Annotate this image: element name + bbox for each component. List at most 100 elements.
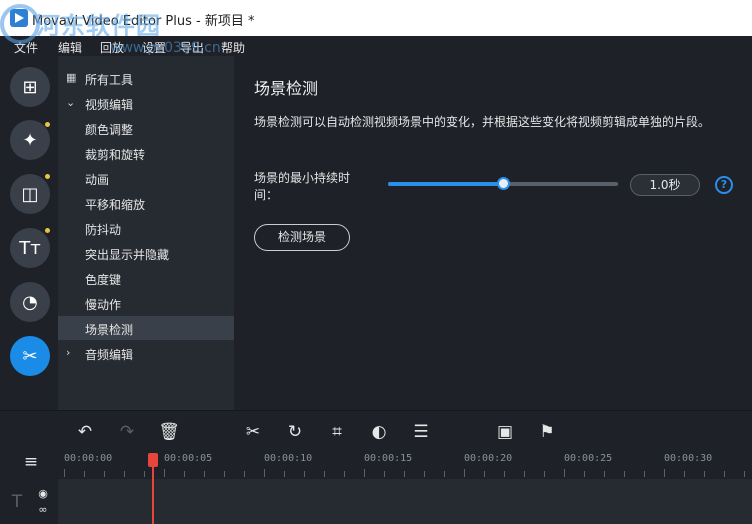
ruler-tick — [84, 471, 85, 477]
ruler-tick — [424, 471, 425, 477]
track-header: T ◉ ∞ — [0, 479, 58, 524]
tree-item-crop-rotate[interactable]: 裁剪和旋转 — [58, 141, 234, 165]
title-bar: Movavi Video Editor Plus - 新项目 * 河东软件园 — [0, 0, 752, 40]
ruler-tick — [244, 471, 245, 477]
ruler-tick — [444, 471, 445, 477]
text-track[interactable] — [58, 479, 752, 524]
timecode: 00:00:30 — [664, 453, 713, 464]
ruler-tick — [324, 471, 325, 477]
detect-scenes-button[interactable]: 检测场景 — [254, 224, 350, 251]
watermark-url: www.pc0359.cn — [110, 40, 221, 56]
ruler-tick — [744, 471, 745, 477]
ruler-tick — [464, 469, 465, 477]
ruler-tick — [484, 471, 485, 477]
titles-icon: Tт — [19, 237, 41, 259]
timecode: 00:00:10 — [264, 453, 313, 464]
tree-item-label: 裁剪和旋转 — [85, 148, 146, 162]
titles-badge — [45, 228, 50, 233]
tree-item-color-adjust[interactable]: 颜色调整 — [58, 116, 234, 140]
color-icon[interactable]: ◐ — [368, 421, 390, 443]
tree-item-pan-zoom[interactable]: 平移和缩放 — [58, 191, 234, 215]
stabilize-icon[interactable]: ▣ — [494, 421, 516, 443]
tree-item-label: 颜色调整 — [85, 123, 134, 137]
ruler-tick — [524, 471, 525, 477]
min-duration-slider[interactable] — [388, 177, 618, 190]
timecode: 00:00:00 — [64, 453, 113, 464]
transitions-icon: ◫ — [21, 183, 39, 205]
link-icon[interactable]: ∞ — [32, 499, 54, 521]
ruler-tick — [344, 471, 345, 477]
ruler-tick — [384, 471, 385, 477]
ruler-tick — [724, 471, 725, 477]
ruler-tick — [264, 469, 265, 477]
tree-item-stabilization[interactable]: 防抖动 — [58, 216, 234, 240]
tree-item-slow-motion[interactable]: 慢动作 — [58, 291, 234, 315]
playhead-handle[interactable] — [148, 453, 158, 467]
import-button[interactable]: ⊞ — [10, 67, 50, 107]
tree-video-editing-label: 视频编辑 — [85, 98, 134, 112]
menu-help[interactable]: 帮助 — [221, 39, 245, 56]
ruler-tick — [584, 471, 585, 477]
tree-video-editing[interactable]: ⌄ 视频编辑 — [58, 91, 234, 115]
more-tools-button[interactable]: ✂ — [10, 336, 50, 376]
tree-item-animation[interactable]: 动画 — [58, 166, 234, 190]
filters-button[interactable]: ✦ — [10, 120, 50, 160]
stickers-button[interactable]: ◔ — [10, 282, 50, 322]
timecode: 00:00:25 — [564, 453, 613, 464]
menu-edit[interactable]: 编辑 — [58, 39, 82, 56]
scene-detection-panel: 场景检测 场景检测可以自动检测视频场景中的变化，并根据这些变化将视频剪辑成单独的… — [234, 56, 752, 410]
timecode: 00:00:20 — [464, 453, 513, 464]
ruler-tick — [124, 471, 125, 477]
rotate-icon[interactable]: ↻ — [284, 421, 306, 443]
panel-title: 场景检测 — [254, 79, 319, 98]
ruler-tick — [224, 471, 225, 477]
timecode: 00:00:15 — [364, 453, 413, 464]
tree-item-label: 场景检测 — [85, 323, 134, 337]
transitions-badge — [45, 174, 50, 179]
add-track-icon[interactable]: ≡ — [20, 451, 42, 473]
ruler-tick — [304, 471, 305, 477]
ruler-tick — [544, 471, 545, 477]
settings-icon[interactable]: ☰ — [410, 421, 432, 443]
undo-icon[interactable]: ↶ — [74, 421, 96, 443]
titles-button[interactable]: Tт — [10, 228, 50, 268]
tree-all-tools[interactable]: ▦ 所有工具 — [58, 66, 234, 90]
tree-audio-editing-label: 音频编辑 — [85, 348, 134, 362]
tree-item-chroma-key[interactable]: 色度键 — [58, 266, 234, 290]
ruler-tick — [64, 469, 65, 477]
tree-audio-editing[interactable]: › 音频编辑 — [58, 341, 234, 365]
ruler-tick — [204, 471, 205, 477]
tree-item-label: 平移和缩放 — [85, 198, 146, 212]
ruler-tick — [644, 471, 645, 477]
min-duration-label: 场景的最小持续时间： — [254, 171, 351, 202]
cut-icon[interactable]: ✂ — [242, 421, 264, 443]
tree-item-scene-detection[interactable]: 场景检测 — [58, 316, 234, 340]
ruler-tick — [184, 471, 185, 477]
delete-icon[interactable]: 🗑 — [158, 421, 180, 443]
filters-icon: ✦ — [22, 129, 38, 151]
help-icon[interactable]: ? — [715, 176, 733, 194]
tree-item-highlight-conceal[interactable]: 突出显示并隐藏 — [58, 241, 234, 265]
ruler-tick — [144, 471, 145, 477]
playhead-line — [152, 467, 154, 524]
marker-icon[interactable]: ⚑ — [536, 421, 558, 443]
tree-item-label: 防抖动 — [85, 223, 122, 237]
grid-icon: ▦ — [66, 71, 77, 84]
ruler-tick — [284, 471, 285, 477]
tree-all-tools-label: 所有工具 — [85, 73, 134, 87]
ruler-tick — [504, 471, 505, 477]
timecode: 00:00:05 — [164, 453, 213, 464]
slider-thumb[interactable] — [497, 177, 510, 190]
ruler-tick — [624, 471, 625, 477]
redo-icon[interactable]: ↷ — [116, 421, 138, 443]
transitions-button[interactable]: ◫ — [10, 174, 50, 214]
time-ruler[interactable]: 00:00:00 00:00:05 00:00:10 00:00:15 00:0… — [58, 449, 752, 479]
ruler-tick — [404, 471, 405, 477]
stickers-icon: ◔ — [22, 291, 38, 313]
ruler-tick — [164, 469, 165, 477]
ruler-tick — [564, 469, 565, 477]
ruler-tick — [684, 471, 685, 477]
tree-item-label: 动画 — [85, 173, 110, 187]
min-duration-value[interactable]: 1.0秒 — [630, 174, 700, 196]
crop-icon[interactable]: ⌗ — [326, 421, 348, 443]
